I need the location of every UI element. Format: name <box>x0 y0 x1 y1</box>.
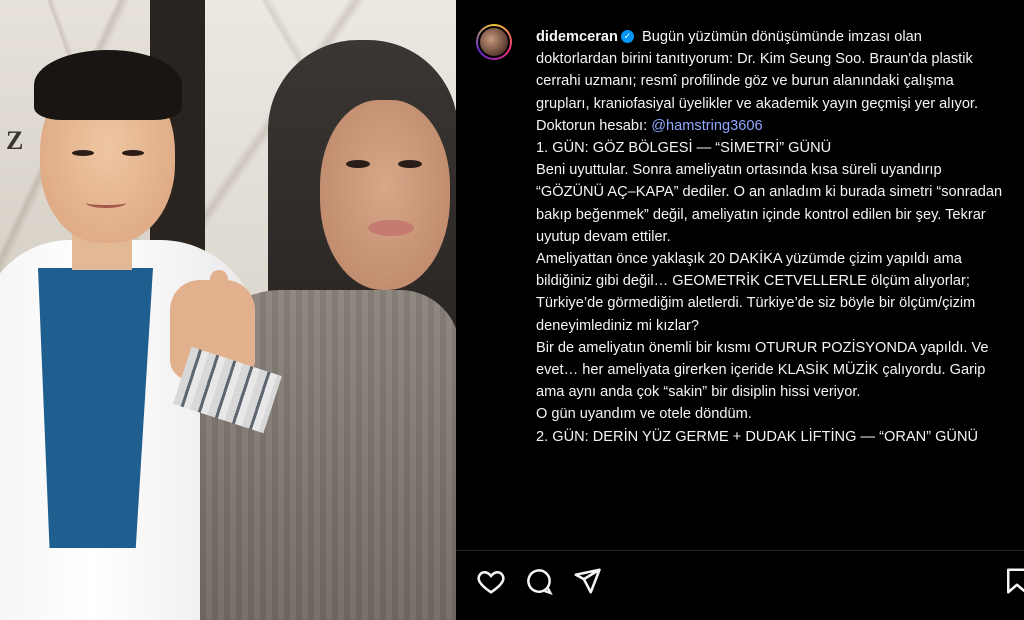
bookmark-icon[interactable] <box>1002 566 1024 596</box>
doctor-hair <box>34 50 182 120</box>
caption: didemceran ✓ Bugün yüzümün dönüşümünde im… <box>536 26 1006 448</box>
caption-paragraph-2: Ameliyattan önce yaklaşık 20 DAKİKA yüzü… <box>536 251 976 334</box>
day2-title: 2. GÜN: DERİN YÜZ GERME + DUDAK LİFTİNG … <box>536 428 979 445</box>
avatar[interactable] <box>476 24 512 60</box>
woman-left-eye <box>346 160 370 168</box>
share-icon[interactable] <box>572 566 602 596</box>
doctor-left-eye <box>72 150 94 156</box>
username-link[interactable]: didemceran <box>536 29 618 45</box>
post-image[interactable]: Z <box>0 0 456 620</box>
wall-sign: Z <box>6 126 24 155</box>
doctor-scrubs <box>38 268 153 548</box>
post-side-panel: didemceran ✓ Bugün yüzümün dönüşümünde im… <box>456 0 1024 620</box>
mention-link[interactable]: @hamstring3606 <box>651 118 762 134</box>
caption-scroll-area[interactable]: didemceran ✓ Bugün yüzümün dönüşümünde im… <box>476 24 1006 548</box>
avatar-photo <box>478 26 510 58</box>
day1-title: 1. GÜN: GÖZ BÖLGESİ — “SİMETRİ” GÜNÜ <box>536 140 832 157</box>
woman-right-eye <box>398 160 422 168</box>
caption-paragraph-4: O gün uyandım ve otele döndüm. <box>536 406 752 423</box>
divider <box>456 550 1024 551</box>
action-bar <box>476 566 1024 598</box>
doctor-right-eye <box>122 150 144 156</box>
caption-paragraph-3: Bir de ameliyatın önemli bir kısmı OTURU… <box>536 339 989 401</box>
heart-icon[interactable] <box>476 566 506 596</box>
comment-icon[interactable] <box>524 566 554 596</box>
woman-lips <box>368 220 414 236</box>
caption-intro-paragraph: didemceran ✓ Bugün yüzümün dönüşümünde im… <box>536 26 1006 137</box>
day1-text: Beni uyuttular. Sonra ameliyatın ortasın… <box>536 162 1003 245</box>
verified-badge-icon: ✓ <box>620 29 634 43</box>
woman-face <box>320 100 450 290</box>
doctor-thumb <box>210 270 228 310</box>
doctor-mouth <box>86 198 126 208</box>
